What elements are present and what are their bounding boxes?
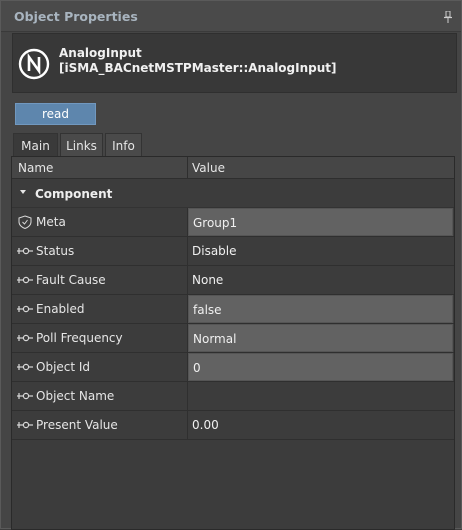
table-row: Poll Frequency Normal <box>12 324 454 353</box>
property-table: Name Value Component Meta Group1 Status … <box>11 156 455 530</box>
slot-icon <box>17 421 33 429</box>
object-name: AnalogInput <box>59 46 142 60</box>
property-label: Present Value <box>36 418 118 432</box>
slot-icon <box>17 305 33 313</box>
table-row: Meta Group1 <box>12 208 454 237</box>
property-value-field[interactable]: Normal <box>188 324 453 352</box>
property-value: 0 <box>193 361 201 375</box>
property-name-cell: Enabled <box>12 295 188 323</box>
property-value-field[interactable]: false <box>188 295 453 323</box>
property-label: Object Id <box>36 360 91 374</box>
object-properties-panel: Object Properties AnalogInput [iSMA_BACn… <box>0 0 462 530</box>
object-header: AnalogInput [iSMA_BACnetMSTPMaster::Anal… <box>12 33 457 93</box>
property-value: 0.00 <box>192 418 219 432</box>
niagara-n-icon <box>18 48 50 80</box>
property-value: Normal <box>193 332 237 346</box>
property-label: Status <box>36 244 75 258</box>
property-value-field: 0.00 <box>188 411 453 439</box>
property-value-field: Disable <box>188 237 453 265</box>
property-name-cell: Object Name <box>12 382 188 410</box>
property-name-cell: Poll Frequency <box>12 324 188 352</box>
property-label: Object Name <box>36 389 115 403</box>
property-value: None <box>192 273 224 287</box>
property-value-field[interactable]: Group1 <box>188 208 453 236</box>
table-row: Present Value 0.00 <box>12 411 454 440</box>
read-button[interactable]: read <box>15 103 96 125</box>
property-value-field: None <box>188 266 453 294</box>
property-name-cell: Meta <box>12 208 188 236</box>
table-row: Object Name <box>12 382 454 411</box>
property-name-cell: Fault Cause <box>12 266 188 294</box>
slot-icon <box>17 247 33 255</box>
table-row: Object Id 0 <box>12 353 454 382</box>
slot-icon <box>17 276 33 284</box>
panel-title: Object Properties <box>14 9 138 24</box>
property-label: Fault Cause <box>36 273 106 287</box>
shield-icon <box>18 215 32 229</box>
column-header-name[interactable]: Name <box>18 161 53 175</box>
slot-icon <box>17 392 33 400</box>
property-name-cell: Status <box>12 237 188 265</box>
slot-icon <box>17 363 33 371</box>
tab-links[interactable]: Links <box>60 133 103 157</box>
property-value: Group1 <box>193 216 238 230</box>
table-header: Name Value <box>12 157 454 179</box>
group-row-component[interactable]: Component <box>12 179 454 208</box>
tab-info[interactable]: Info <box>105 133 142 157</box>
property-name-cell: Present Value <box>12 411 188 439</box>
pin-icon[interactable] <box>443 11 453 23</box>
property-label: Poll Frequency <box>36 331 123 345</box>
group-label: Component <box>35 187 113 201</box>
object-type: [iSMA_BACnetMSTPMaster::AnalogInput] <box>59 61 337 75</box>
tab-main[interactable]: Main <box>13 133 58 158</box>
property-value: Disable <box>192 244 237 258</box>
table-row: Enabled false <box>12 295 454 324</box>
property-value-field <box>188 382 453 410</box>
property-value-field[interactable]: 0 <box>188 353 453 381</box>
slot-icon <box>17 334 33 342</box>
property-value: false <box>193 303 222 317</box>
property-label: Meta <box>36 215 66 229</box>
table-row: Fault Cause None <box>12 266 454 295</box>
panel-titlebar: Object Properties <box>1 1 461 32</box>
column-header-value[interactable]: Value <box>192 161 225 175</box>
property-name-cell: Object Id <box>12 353 188 381</box>
property-label: Enabled <box>36 302 85 316</box>
table-row: Status Disable <box>12 237 454 266</box>
collapse-arrow-icon[interactable] <box>20 190 26 194</box>
